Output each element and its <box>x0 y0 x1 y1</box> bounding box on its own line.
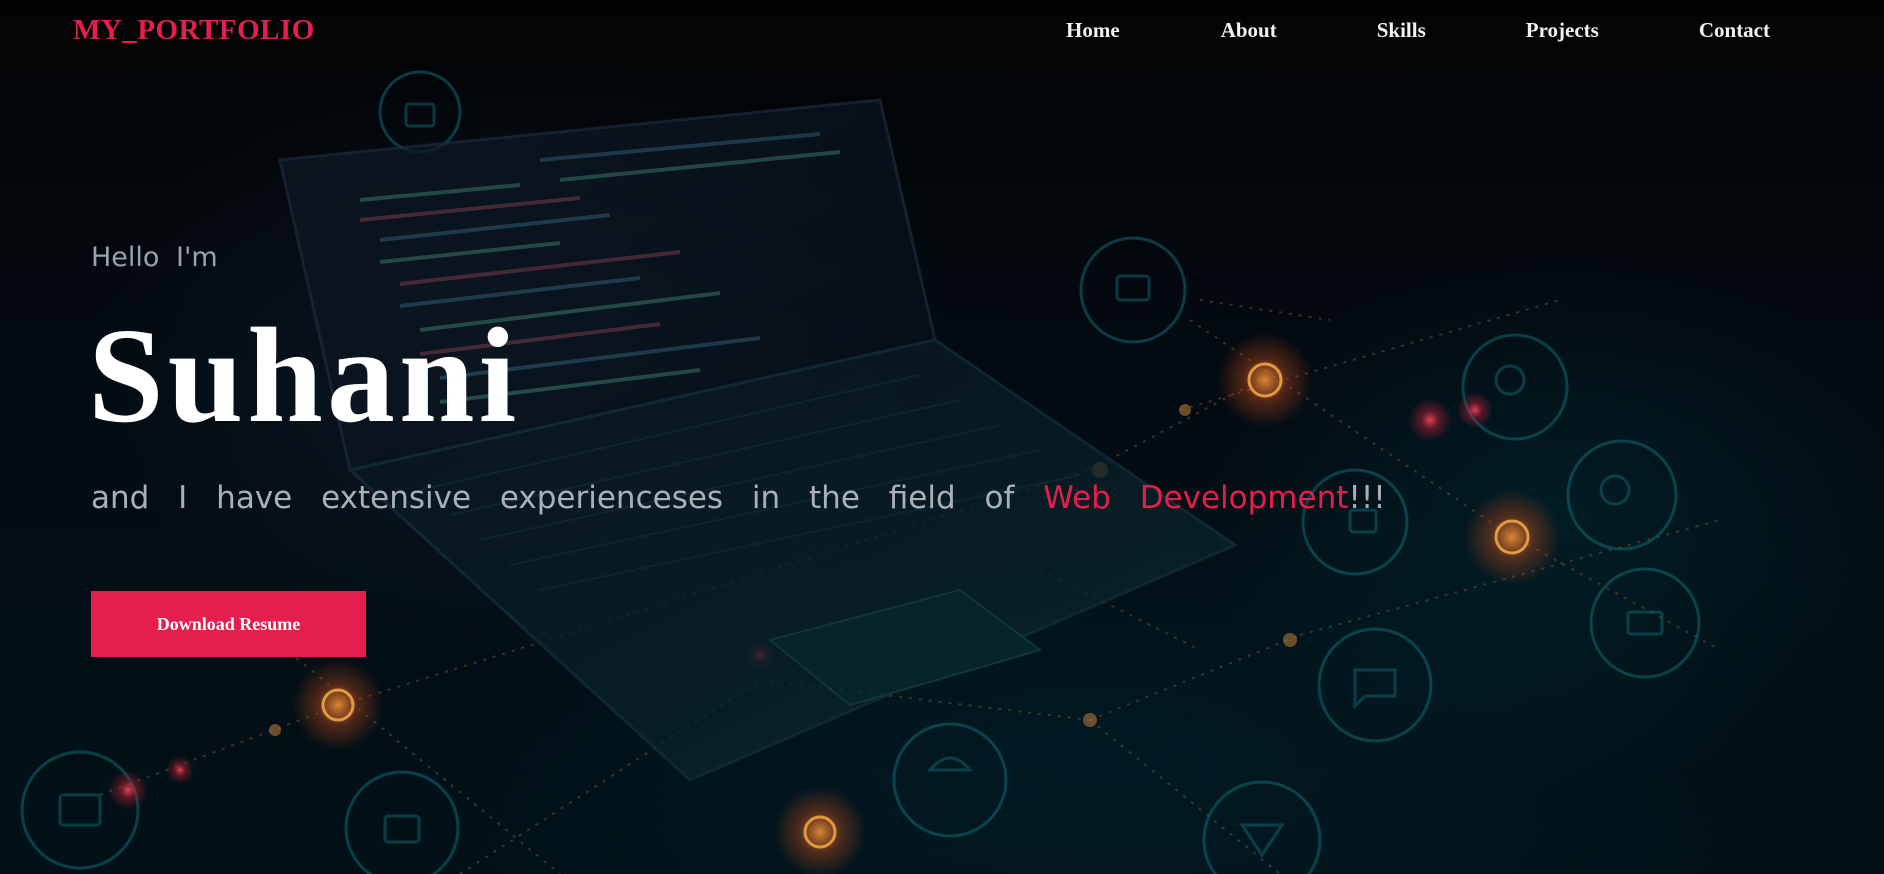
hero-tagline: and I have extensive experienceses in th… <box>91 480 1386 516</box>
nav-links: Home About Skills Projects Contact <box>1066 18 1770 43</box>
portfolio-page: MY_PORTFOLIO Home About Skills Projects … <box>0 0 1884 874</box>
nav-link-about[interactable]: About <box>1221 18 1277 43</box>
nav-link-home[interactable]: Home <box>1066 18 1120 43</box>
nav-link-skills[interactable]: Skills <box>1377 18 1426 43</box>
tagline-highlight: Web Development <box>1043 480 1349 516</box>
nav-link-projects[interactable]: Projects <box>1526 18 1599 43</box>
site-logo[interactable]: MY_PORTFOLIO <box>73 14 315 47</box>
download-resume-button[interactable]: Download Resume <box>91 591 366 657</box>
hero-name: Suhani <box>88 301 521 451</box>
hero-greeting: Hello I'm <box>91 242 218 273</box>
nav-link-contact[interactable]: Contact <box>1699 18 1770 43</box>
tagline-suffix: !!! <box>1348 480 1386 516</box>
tagline-text: and I have extensive experienceses in th… <box>91 480 1015 516</box>
top-navbar: MY_PORTFOLIO Home About Skills Projects … <box>0 0 1884 64</box>
